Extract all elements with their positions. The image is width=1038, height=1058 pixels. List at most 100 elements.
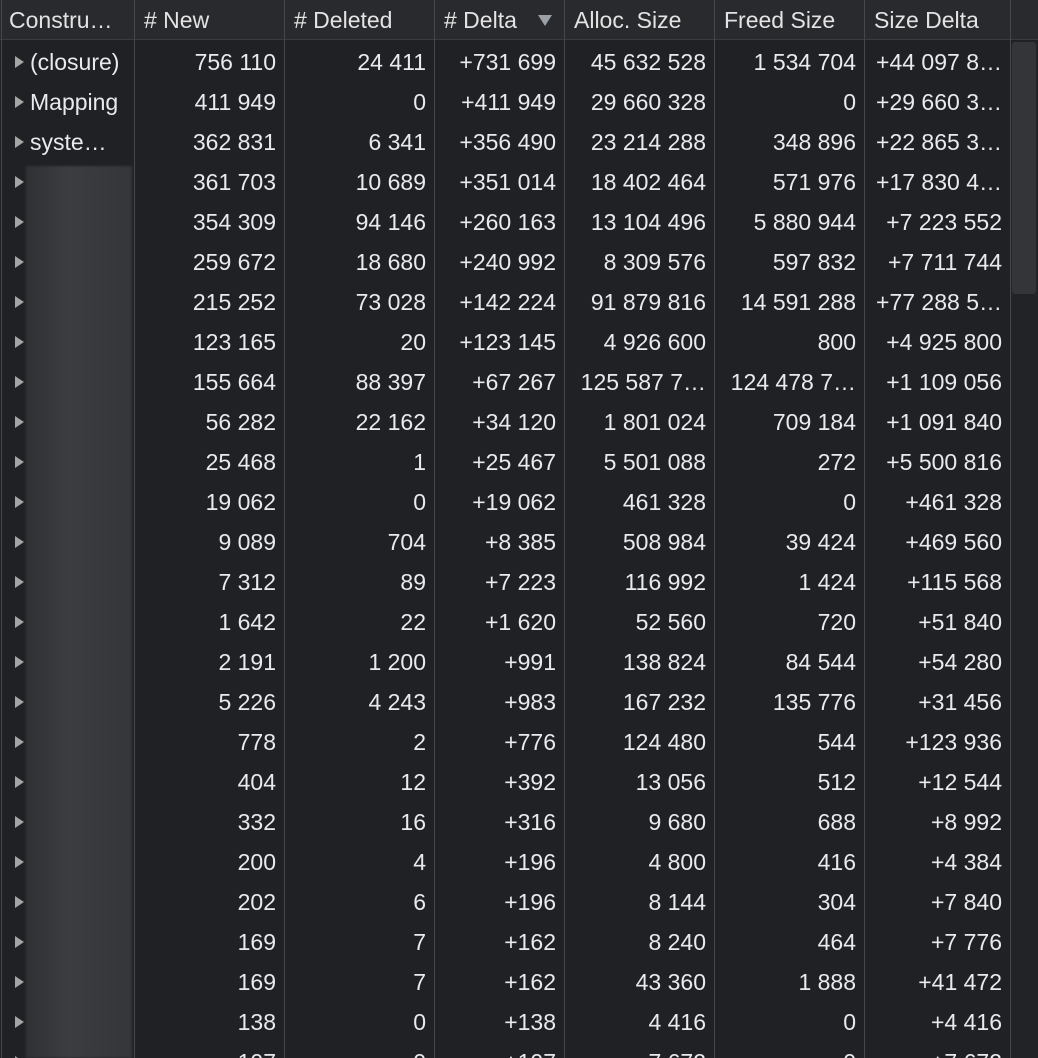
- cell-deleted: 4 243: [368, 689, 426, 715]
- table-row[interactable]: 202 6 +196 8 144 304 +7 840: [0, 882, 1010, 922]
- table-row[interactable]: 200 4 +196 4 800 416 +4 384: [0, 842, 1010, 882]
- column-header-freed-size[interactable]: Freed Size: [715, 0, 865, 40]
- table-row[interactable]: 361 703 10 689 +351 014 18 402 464 571 976 +1…: [0, 162, 1010, 202]
- cell-new: 215 252: [192, 289, 276, 315]
- cell-constructor: [0, 362, 134, 402]
- table-row[interactable]: 155 664 88 397 +67 267 125 587 7… 124 478 7……: [0, 362, 1010, 402]
- cell-freed-size: 544: [817, 729, 856, 755]
- cell-delta: +356 490: [459, 129, 556, 155]
- table-row[interactable]: 2 191 1 200 +991 138 824 84 544 +54 280: [0, 642, 1010, 682]
- column-header-constructor[interactable]: Constru…: [0, 0, 135, 40]
- column-header-delta[interactable]: # Delta: [435, 0, 565, 40]
- cell-delta: +392: [504, 769, 556, 795]
- cell-deleted: 704: [387, 529, 426, 555]
- table-row[interactable]: Mapping 411 949 0 +411 949 29 660 328 0 +29 66…: [0, 82, 1010, 122]
- cell-size-delta: +1 091 840: [886, 409, 1002, 435]
- cell-delta: +260 163: [459, 209, 556, 235]
- table-row[interactable]: 5 226 4 243 +983 167 232 135 776 +31 456: [0, 682, 1010, 722]
- cell-constructor: [0, 402, 134, 442]
- cell-alloc-size: 52 560: [635, 609, 706, 635]
- table-row[interactable]: 169 7 +162 8 240 464 +7 776: [0, 922, 1010, 962]
- table-row[interactable]: 1070+1077 6720+7 672: [0, 1042, 1010, 1058]
- table-row[interactable]: 215 252 73 028 +142 224 91 879 816 14 591 28…: [0, 282, 1010, 322]
- cell-freed-size: 124 478 7…: [730, 369, 856, 395]
- cell-constructor: [0, 802, 134, 842]
- column-header-alloc-size[interactable]: Alloc. Size: [565, 0, 715, 40]
- cell-constructor: [0, 522, 134, 562]
- cell-delta: +411 949: [461, 89, 556, 115]
- comparison-data-grid: Constru… # New # Deleted # Delta Alloc. …: [0, 0, 1038, 1058]
- cell-delta: +196: [504, 889, 556, 915]
- cell-size-delta: +115 568: [907, 569, 1002, 595]
- cell-deleted: 10 689: [355, 169, 426, 195]
- cell-constructor: [0, 882, 134, 922]
- cell-freed-size: 0: [843, 89, 856, 115]
- cell-alloc-size: 508 984: [622, 529, 706, 555]
- table-row[interactable]: 56 282 22 162 +34 120 1 801 024 709 184 +1 09…: [0, 402, 1010, 442]
- cell-size-delta: +44 097 8…: [876, 49, 1002, 75]
- table-row[interactable]: 1 642 22 +1 620 52 560 720 +51 840: [0, 602, 1010, 642]
- table-row[interactable]: (closure) 756 110 24 411 +731 699 45 632 528…: [0, 42, 1010, 82]
- cell-size-delta: +41 472: [918, 969, 1002, 995]
- cell-deleted: 7: [413, 969, 426, 995]
- cell-alloc-size: 116 992: [624, 569, 706, 595]
- cell-new: 202: [237, 889, 276, 915]
- cell-new: 354 309: [192, 209, 276, 235]
- table-row[interactable]: 25 468 1 +25 467 5 501 088 272 +5 500 816: [0, 442, 1010, 482]
- cell-freed-size: 135 776: [772, 689, 856, 715]
- cell-freed-size: 800: [817, 329, 856, 355]
- cell-delta: +8 385: [485, 529, 556, 555]
- cell-alloc-size: 125 587 7…: [580, 369, 706, 395]
- cell-constructor: [0, 922, 134, 962]
- cell-constructor: [0, 442, 134, 482]
- cell-deleted: 0: [413, 89, 426, 115]
- cell-constructor: [0, 602, 134, 642]
- vertical-scrollbar[interactable]: [1011, 42, 1038, 1058]
- cell-alloc-size: 8 144: [648, 889, 706, 915]
- cell-delta: +983: [504, 689, 556, 715]
- cell-constructor: Mapping: [30, 89, 119, 115]
- sort-descending-icon: [538, 15, 552, 26]
- table-row[interactable]: 332 16 +316 9 680 688 +8 992: [0, 802, 1010, 842]
- cell-size-delta: +469 560: [905, 529, 1002, 555]
- cell-freed-size: 597 832: [772, 249, 856, 275]
- column-header-deleted[interactable]: # Deleted: [285, 0, 435, 40]
- table-row[interactable]: 9 089 704 +8 385 508 984 39 424 +469 560: [0, 522, 1010, 562]
- cell-new: 362 831: [192, 129, 276, 155]
- cell-new: 259 672: [192, 249, 276, 275]
- column-header-new[interactable]: # New: [135, 0, 285, 40]
- cell-new: 404: [237, 769, 276, 795]
- cell-freed-size: 5 880 944: [753, 209, 856, 235]
- cell-alloc-size: 7 672: [565, 1042, 715, 1058]
- table-row[interactable]: 138 0 +138 4 416 0 +4 416: [0, 1002, 1010, 1042]
- cell-size-delta: +12 544: [918, 769, 1002, 795]
- cell-delta: +316: [504, 809, 556, 835]
- cell-constructor: [0, 282, 134, 322]
- cell-constructor: [0, 162, 134, 202]
- table-row[interactable]: 7 312 89 +7 223 116 992 1 424 +115 568: [0, 562, 1010, 602]
- cell-deleted: 1: [413, 449, 426, 475]
- table-row[interactable]: 169 7 +162 43 360 1 888 +41 472: [0, 962, 1010, 1002]
- cell-freed-size: 14 591 288: [740, 289, 856, 315]
- cell-freed-size: 1 888: [798, 969, 856, 995]
- table-row[interactable]: 19 062 0 +19 062 461 328 0 +461 328: [0, 482, 1010, 522]
- scrollbar-thumb[interactable]: [1012, 42, 1036, 294]
- column-header-size-delta[interactable]: Size Delta: [865, 0, 1011, 40]
- table-row[interactable]: syste… 362 831 6 341 +356 490 23 214 288 348 …: [0, 122, 1010, 162]
- table-row[interactable]: 123 165 20 +123 145 4 926 600 800 +4 925 800: [0, 322, 1010, 362]
- cell-delta: +7 223: [485, 569, 556, 595]
- cell-freed-size: 709 184: [772, 409, 856, 435]
- table-row[interactable]: 778 2 +776 124 480 544 +123 936: [0, 722, 1010, 762]
- cell-size-delta: +31 456: [918, 689, 1002, 715]
- cell-alloc-size: 45 632 528: [590, 49, 706, 75]
- table-row[interactable]: 404 12 +392 13 056 512 +12 544: [0, 762, 1010, 802]
- cell-constructor: syste…: [30, 129, 107, 155]
- cell-new: 332: [237, 809, 276, 835]
- cell-alloc-size: 1 801 024: [603, 409, 706, 435]
- cell-alloc-size: 13 104 496: [590, 209, 706, 235]
- table-row[interactable]: 259 672 18 680 +240 992 8 309 576 597 832 +7 …: [0, 242, 1010, 282]
- cell-delta: +123 145: [459, 329, 556, 355]
- cell-freed-size: 0: [715, 1042, 865, 1058]
- cell-constructor: [0, 1002, 134, 1042]
- table-row[interactable]: 354 309 94 146 +260 163 13 104 496 5 880 944…: [0, 202, 1010, 242]
